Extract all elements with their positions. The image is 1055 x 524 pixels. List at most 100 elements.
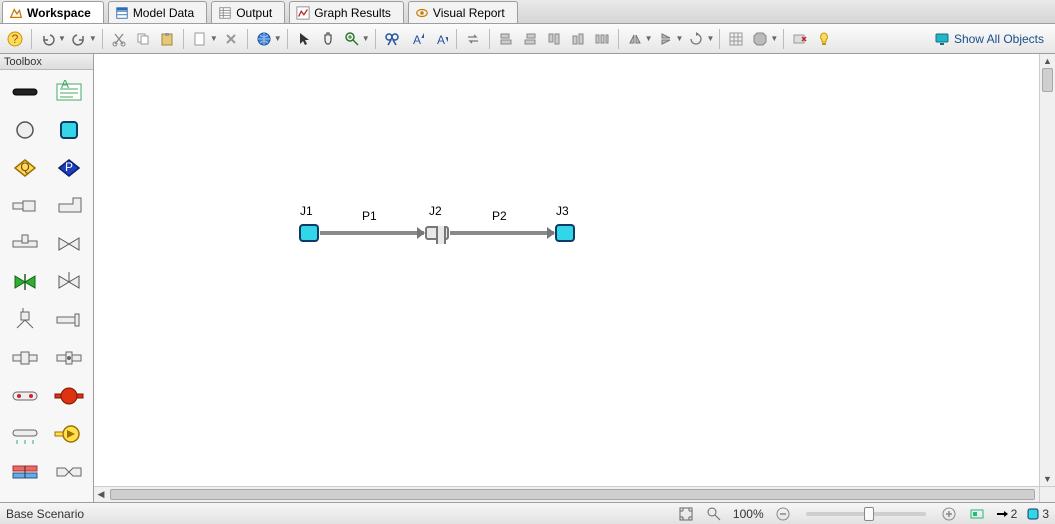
main-toolbar: ? ▼ ▼ ▼ ▼ ▼ A▲ A▼ ▼ ▼ ▼ ▼ Show All Objec… (0, 24, 1055, 54)
show-all-objects-button[interactable]: Show All Objects (927, 28, 1051, 50)
scroll-down-icon[interactable]: ▼ (1040, 472, 1055, 486)
undo-button[interactable] (37, 28, 59, 50)
label-p1: P1 (362, 209, 377, 223)
zoom-out-button[interactable] (774, 505, 792, 523)
zoom-slider-knob[interactable] (864, 507, 874, 521)
tab-output[interactable]: Output (211, 1, 285, 23)
tool-assigned-pressure[interactable]: P (52, 155, 86, 181)
dropdown-icon[interactable]: ▼ (706, 34, 714, 43)
delete-button[interactable] (220, 28, 242, 50)
zoom-in-button[interactable] (940, 505, 958, 523)
dropdown-icon[interactable]: ▼ (89, 34, 97, 43)
help-button[interactable]: ? (4, 28, 26, 50)
flip-h-button[interactable] (624, 28, 646, 50)
monitor-icon (934, 31, 950, 47)
align-bottom-button[interactable] (567, 28, 589, 50)
dropdown-icon[interactable]: ▼ (362, 34, 370, 43)
dropdown-icon[interactable]: ▼ (274, 34, 282, 43)
find-button[interactable] (381, 28, 403, 50)
tool-assigned-flow[interactable]: Q (8, 155, 42, 181)
flip-v-button[interactable] (655, 28, 677, 50)
pipe-p2[interactable] (450, 231, 554, 235)
workspace-icon (9, 6, 23, 20)
font-increase-button[interactable]: A▲ (405, 28, 427, 50)
remove-button[interactable] (789, 28, 811, 50)
tab-model-data[interactable]: Model Data (108, 1, 207, 23)
rotate-button[interactable] (685, 28, 707, 50)
tool-valve[interactable] (52, 231, 86, 257)
tool-circle-junction[interactable] (8, 117, 42, 143)
tool-orifice[interactable] (52, 345, 86, 371)
tool-check-valve[interactable] (8, 269, 42, 295)
tab-visual-report[interactable]: Visual Report (408, 1, 518, 23)
distribute-h-button[interactable] (591, 28, 613, 50)
tab-workspace[interactable]: Workspace (2, 1, 104, 23)
tool-general-component[interactable] (8, 345, 42, 371)
pipe-count-value: 2 (1011, 507, 1018, 521)
tool-reservoir[interactable] (52, 117, 86, 143)
dropdown-icon[interactable]: ▼ (210, 34, 218, 43)
tool-spray[interactable] (8, 307, 42, 333)
align-top-button[interactable] (543, 28, 565, 50)
globe-button[interactable] (253, 28, 275, 50)
pan-button[interactable] (317, 28, 339, 50)
font-decrease-button[interactable]: A▼ (429, 28, 451, 50)
output-icon (218, 6, 232, 20)
pipe-p1[interactable] (320, 231, 424, 235)
tool-tee[interactable] (8, 231, 42, 257)
grid-button[interactable] (725, 28, 747, 50)
vertical-scrollbar[interactable]: ▲ ▼ (1039, 54, 1055, 486)
tab-label: Output (236, 6, 272, 20)
zoom-magnifier-icon[interactable] (705, 505, 723, 523)
fit-view-button[interactable] (677, 505, 695, 523)
lightbulb-button[interactable] (813, 28, 835, 50)
new-button[interactable] (189, 28, 211, 50)
junction-j1[interactable] (299, 224, 319, 242)
zoom-button[interactable] (341, 28, 363, 50)
scroll-up-icon[interactable]: ▲ (1040, 54, 1055, 68)
dropdown-icon[interactable]: ▼ (58, 34, 66, 43)
junction-j3[interactable] (555, 224, 575, 242)
overview-button[interactable] (968, 505, 986, 523)
tool-venturi[interactable] (52, 459, 86, 485)
toolbox-title: Toolbox (0, 54, 93, 70)
scroll-thumb[interactable] (1042, 68, 1053, 92)
tab-graph-results[interactable]: Graph Results (289, 1, 404, 23)
zoom-slider[interactable] (806, 512, 926, 516)
tool-relief-valve[interactable] (52, 269, 86, 295)
tool-area-change[interactable] (8, 193, 42, 219)
scroll-left-icon[interactable]: ◀ (94, 487, 108, 502)
tool-screen[interactable] (8, 421, 42, 447)
pointer-button[interactable] (293, 28, 315, 50)
align-left-button[interactable] (495, 28, 517, 50)
view-tabs: Workspace Model Data Output Graph Result… (0, 0, 1055, 24)
tab-label: Workspace (27, 6, 91, 20)
tool-elbow[interactable] (52, 193, 86, 219)
stop-button[interactable] (749, 28, 771, 50)
copy-button[interactable] (132, 28, 154, 50)
redo-button[interactable] (68, 28, 90, 50)
scenario-label: Base Scenario (6, 507, 84, 521)
graph-icon (296, 6, 310, 20)
tool-compressor[interactable] (52, 421, 86, 447)
tool-pipe[interactable] (8, 79, 42, 105)
paste-button[interactable] (156, 28, 178, 50)
horizontal-scrollbar[interactable]: ◀ (94, 486, 1039, 502)
scroll-thumb[interactable] (110, 489, 1035, 500)
tool-heat-exchanger[interactable] (8, 383, 42, 409)
tool-annotation[interactable]: A (52, 79, 86, 105)
pipe-count: 2 (996, 507, 1018, 521)
reverse-button[interactable] (462, 28, 484, 50)
dropdown-icon[interactable]: ▼ (645, 34, 653, 43)
dropdown-icon[interactable]: ▼ (770, 34, 778, 43)
status-bar: Base Scenario 100% 2 3 (0, 502, 1055, 524)
tool-separator[interactable] (8, 459, 42, 485)
align-right-button[interactable] (519, 28, 541, 50)
junction-j2[interactable] (425, 226, 449, 240)
dropdown-icon[interactable]: ▼ (676, 34, 684, 43)
pipe-count-icon (996, 508, 1008, 520)
cut-button[interactable] (108, 28, 130, 50)
workspace-canvas[interactable]: J1 P1 J2 P2 J3 (94, 54, 1039, 486)
tool-pump[interactable] (52, 383, 86, 409)
tool-dead-end[interactable] (52, 307, 86, 333)
